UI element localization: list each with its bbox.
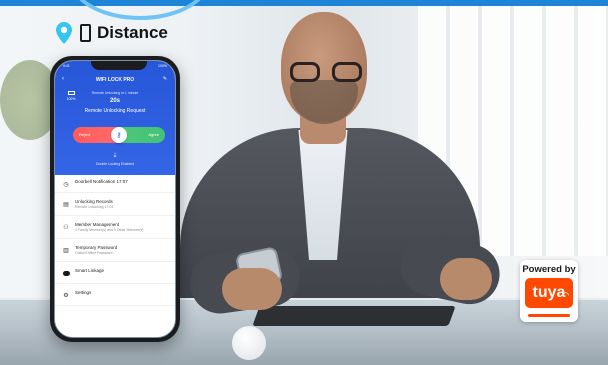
reject-label[interactable]: Reject <box>79 132 90 137</box>
edit-icon[interactable]: ✎ <box>163 76 167 82</box>
list-item[interactable]: ◷ Doorbell Notification 17:07 <box>55 175 175 193</box>
lock-app-header: 9:41 100% ‹ WIFI LOCK PRO ✎ 100% Remote … <box>55 61 175 175</box>
password-icon: ▥ <box>63 247 69 254</box>
tablet-device <box>252 306 456 326</box>
location-pin-icon <box>56 22 72 44</box>
status-battery: 100% <box>158 64 167 68</box>
list-item[interactable]: ⚇ Member Management 1 Family Member(s) a… <box>55 216 175 239</box>
countdown-timer: 20s <box>109 98 120 104</box>
smartphone-icon <box>80 24 91 42</box>
list-item-subtitle: Remote Unlocking 17:04 <box>75 205 114 209</box>
list-item-subtitle: Online/Offline Password <box>75 251 113 255</box>
powered-by-text: Powered by <box>522 264 576 275</box>
lock-menu-list: ◷ Doorbell Notification 17:07 ▤ Unlockin… <box>55 175 175 337</box>
key-icon[interactable]: ⚷ <box>111 127 127 143</box>
tuya-brand: tuya <box>532 284 566 301</box>
linkage-icon <box>62 269 70 277</box>
phone-screen: 9:41 100% ‹ WIFI LOCK PRO ✎ 100% Remote … <box>54 60 176 338</box>
man-glasses <box>290 62 362 84</box>
list-item[interactable]: ⚙ Settings <box>55 284 175 306</box>
clock-icon: ◷ <box>63 181 69 188</box>
remote-notice: Remote Unlocking in 1 minute <box>91 91 139 95</box>
list-item[interactable]: ▥ Temporary Password Online/Offline Pass… <box>55 239 175 262</box>
tuya-underline <box>528 314 570 317</box>
list-item-title: Doorbell Notification 17:07 <box>75 179 128 184</box>
record-icon: ▤ <box>63 201 69 208</box>
list-item-title: Member Management <box>75 222 120 227</box>
headline: Distance <box>56 22 168 44</box>
list-item-title: Settings <box>75 290 92 295</box>
powered-by-tuya-badge: Powered by tuya ◠ <box>520 260 578 322</box>
lock-title: WIFI LOCK PRO <box>95 77 135 83</box>
list-item-title: Temporary Password <box>75 245 118 250</box>
phone-mockup: 9:41 100% ‹ WIFI LOCK PRO ✎ 100% Remote … <box>50 56 180 342</box>
list-item[interactable]: ▤ Unlocking Records Remote Unlocking 17:… <box>55 193 175 216</box>
coffee-cup <box>232 326 266 360</box>
headline-text: Distance <box>97 23 168 42</box>
list-item-title: Unlocking Records <box>75 199 113 204</box>
man-right-hand <box>440 258 492 300</box>
phone-notch <box>91 61 147 70</box>
status-time: 9:41 <box>63 64 70 68</box>
man-left-hand <box>222 268 282 310</box>
remote-request-title: Remote Unlocking Request <box>84 108 146 114</box>
agree-label[interactable]: Agree <box>148 132 159 137</box>
list-item[interactable]: Smart Linkage <box>55 262 175 284</box>
settings-icon: ⚙ <box>63 292 69 299</box>
tuya-logo: tuya ◠ <box>525 278 573 308</box>
unlock-slider[interactable]: Reject ⚷ Agree <box>73 127 165 143</box>
double-lock-status: Double Locking Enabled <box>96 162 134 166</box>
list-item-subtitle: 1 Family Member(s) and 0 Other Member(s) <box>75 228 144 232</box>
wifi-icon: ◠ <box>562 292 569 299</box>
member-icon: ⚇ <box>63 224 69 231</box>
double-lock-icon: ⇣ <box>112 153 118 159</box>
list-item-title: Smart Linkage <box>75 268 105 273</box>
